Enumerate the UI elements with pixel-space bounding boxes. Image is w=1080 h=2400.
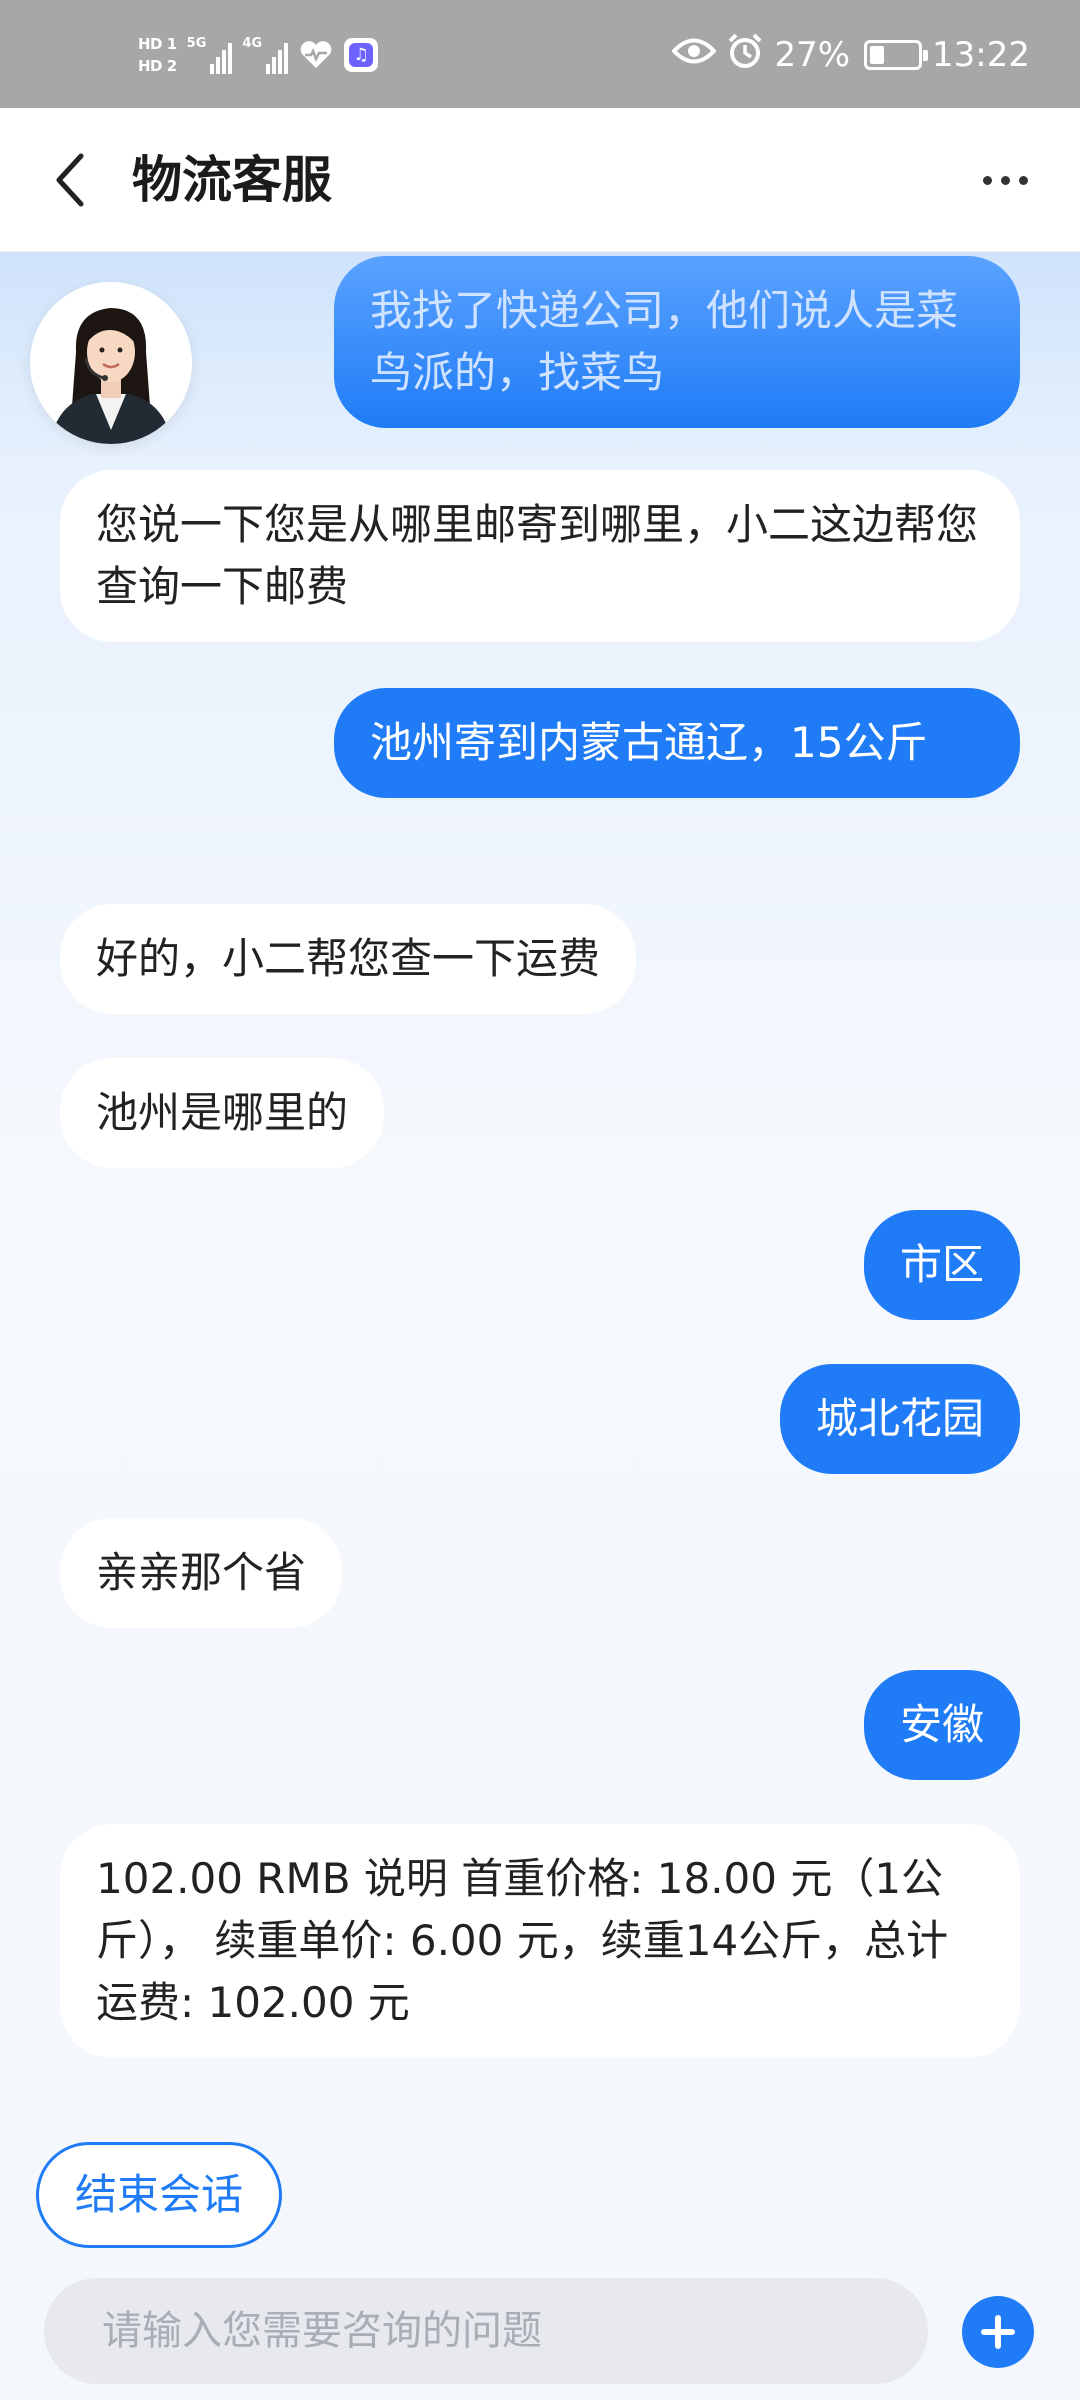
status-right: 27% 13:22 (671, 30, 1030, 80)
message-input[interactable] (44, 2278, 928, 2384)
end-session-button[interactable]: 结束会话 (36, 2142, 282, 2248)
back-button[interactable] (40, 150, 100, 210)
composer-area: 结束会话 (0, 2142, 1080, 2400)
plus-button[interactable] (962, 2296, 1034, 2368)
message-agent-5: 102.00 RMB 说明 首重价格: 18.00 元（1公斤）， 续重单价: … (60, 1824, 1020, 2058)
message-user-2: 池州寄到内蒙古通辽，15公斤 (334, 688, 1020, 798)
message-agent-3: 池州是哪里的 (60, 1058, 385, 1168)
clock: 13:22 (932, 35, 1030, 75)
heart-icon (298, 37, 334, 73)
sim2-label: HD 2 (138, 57, 177, 75)
message-agent-1: 您说一下您是从哪里邮寄到哪里，小二这边帮您查询一下邮费 (60, 470, 1020, 642)
net1-label: 5G (186, 36, 207, 51)
message-agent-4: 亲亲那个省 (60, 1518, 343, 1628)
back-arrow-icon (56, 153, 84, 207)
net2-label: 4G (242, 36, 263, 51)
agent-avatar (30, 282, 192, 444)
message-user-1: 我找了快递公司，他们说人是菜鸟派的，找菜鸟 (334, 256, 1020, 428)
app-header: 物流客服 (0, 108, 1080, 252)
battery-text: 27% (774, 35, 851, 75)
message-agent-2: 好的，小二帮您查一下运费 (60, 904, 637, 1014)
message-user-5: 安徽 (863, 1670, 1020, 1780)
status-bar: HD 1 HD 2 5G 4G ♫ 27% 13:22 (0, 0, 1080, 108)
alarm-icon (726, 32, 764, 79)
status-left: HD 1 HD 2 5G 4G ♫ (138, 30, 379, 80)
eye-icon (671, 35, 718, 75)
message-user-4: 城北花园 (779, 1364, 1020, 1474)
signal-5g-icon: 5G (187, 36, 233, 74)
page-title: 物流客服 (132, 151, 332, 209)
plus-icon (981, 2315, 1015, 2349)
battery-icon (864, 40, 929, 70)
message-user-3: 市区 (863, 1210, 1020, 1320)
signal-4g-icon: 4G (242, 36, 289, 74)
more-button[interactable] (970, 150, 1040, 210)
music-icon: ♫ (344, 38, 379, 72)
more-dots-icon (982, 175, 992, 185)
chat-area[interactable]: 我找了快递公司，他们说人是菜鸟派的，找菜鸟 您说一下您是从哪里邮寄到哪里，小二这… (0, 252, 1080, 2142)
sim-indicators: HD 1 HD 2 (138, 35, 177, 75)
sim1-label: HD 1 (138, 35, 177, 53)
